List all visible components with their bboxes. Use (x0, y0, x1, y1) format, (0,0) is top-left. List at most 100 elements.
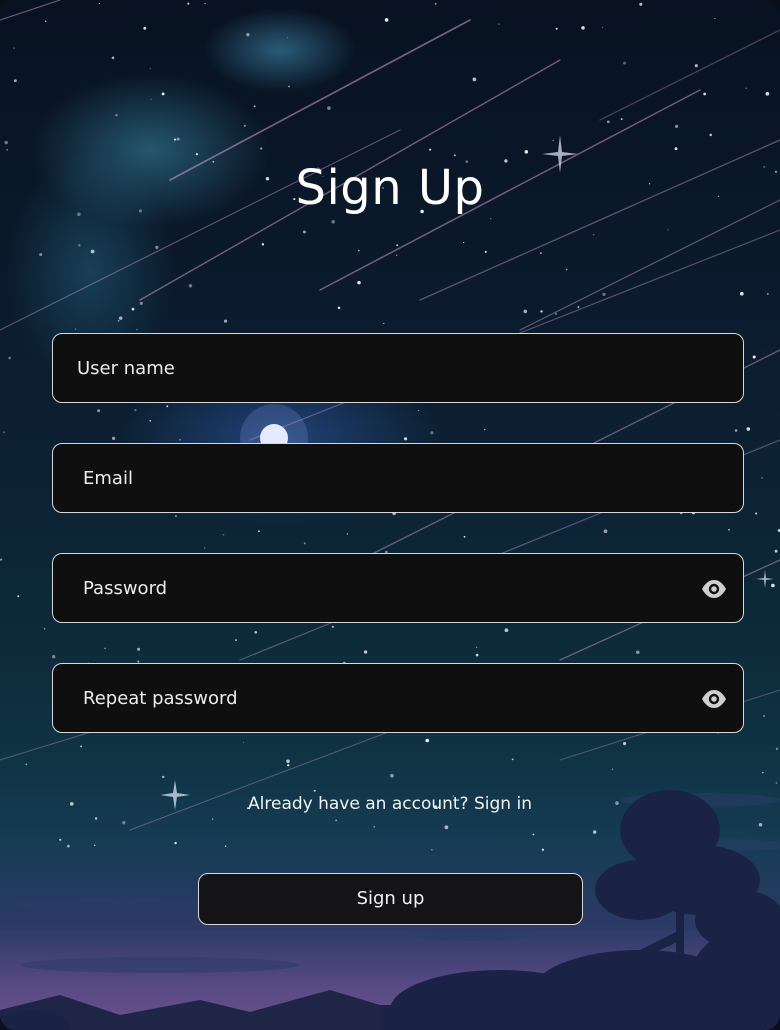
star (425, 738, 429, 743)
star (75, 328, 77, 330)
star (434, 2, 437, 5)
star (763, 715, 765, 717)
star (565, 268, 568, 271)
star (224, 845, 227, 847)
page-title: Sign Up (295, 160, 485, 216)
star (195, 153, 198, 156)
star (540, 252, 542, 255)
star (476, 646, 478, 648)
repeat-password-input[interactable] (53, 664, 743, 732)
star (775, 747, 779, 751)
star (396, 244, 399, 247)
star (261, 243, 265, 246)
star (134, 409, 137, 412)
star (223, 319, 228, 323)
star (302, 230, 306, 234)
star (162, 775, 165, 779)
username-input[interactable] (53, 334, 743, 402)
star (288, 85, 290, 88)
star (44, 20, 47, 23)
star (94, 817, 98, 820)
signin-prompt: Already have an account? Sign in (0, 794, 780, 814)
star (623, 61, 626, 65)
star (303, 542, 306, 545)
star (122, 821, 126, 825)
star (771, 583, 775, 588)
star (357, 249, 360, 252)
star (714, 18, 716, 20)
star (179, 439, 181, 441)
star (453, 154, 456, 157)
star (752, 355, 756, 359)
star (504, 628, 509, 633)
eye-icon[interactable] (701, 688, 727, 710)
star (313, 789, 316, 792)
star (13, 79, 17, 83)
star (335, 819, 337, 821)
star (623, 742, 627, 746)
star (383, 322, 385, 325)
star (745, 87, 747, 89)
star (418, 410, 420, 412)
star (287, 764, 290, 767)
star (166, 405, 169, 408)
star (728, 528, 730, 531)
star (143, 26, 147, 30)
star (149, 67, 151, 69)
star (346, 533, 349, 535)
star (118, 316, 123, 320)
star (25, 763, 28, 766)
star (187, 2, 190, 5)
signin-link[interactable]: Sign in (474, 794, 532, 814)
star (484, 250, 487, 253)
star (373, 826, 375, 828)
star (204, 2, 206, 5)
star (463, 535, 466, 538)
star (136, 329, 138, 331)
star (667, 229, 669, 231)
star (17, 595, 20, 598)
star (498, 23, 500, 25)
star (111, 436, 116, 441)
signin-prompt-text: Already have an account? (248, 794, 469, 814)
star (612, 768, 614, 770)
username-field-box (52, 333, 744, 403)
star (246, 33, 250, 37)
star (762, 771, 764, 774)
star (173, 138, 177, 141)
star (734, 429, 738, 432)
password-input[interactable] (53, 554, 743, 622)
star (357, 280, 361, 285)
star (581, 26, 585, 30)
star (444, 825, 449, 830)
star (475, 653, 479, 657)
signup-button[interactable]: Sign up (198, 873, 583, 925)
star (3, 431, 5, 433)
star (254, 630, 258, 634)
star (709, 133, 712, 137)
star (755, 512, 758, 515)
star (161, 92, 165, 96)
star (43, 628, 46, 630)
eye-icon[interactable] (701, 578, 727, 600)
star (524, 150, 529, 154)
star (390, 773, 394, 778)
email-input[interactable] (53, 444, 743, 512)
star (150, 98, 152, 100)
star (258, 530, 260, 533)
star (97, 409, 101, 413)
star (235, 639, 237, 642)
star (739, 291, 744, 296)
star (639, 2, 643, 6)
star (511, 758, 514, 761)
star (139, 301, 143, 305)
star (286, 759, 290, 763)
star (4, 140, 8, 145)
star (540, 310, 543, 313)
star (94, 844, 96, 846)
star (176, 137, 180, 141)
star (6, 149, 8, 151)
star (766, 292, 769, 295)
star (211, 818, 214, 820)
star (0, 558, 3, 561)
